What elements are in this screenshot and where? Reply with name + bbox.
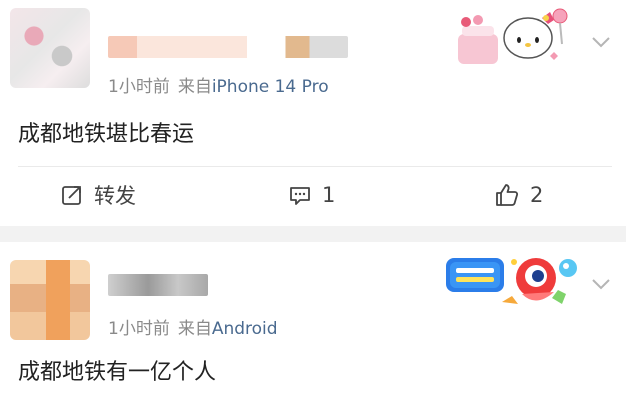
divider [18,166,612,167]
repost-icon [62,186,81,205]
comment-count: 1 [322,183,336,207]
feed-post[interactable]: 1小时前 来自iPhone 14 Pro 成都地铁堪比春运 转发 1 2 [0,0,626,226]
source-prefix: 来自 [177,319,212,339]
post-time: 1小时前 [108,319,170,339]
like-count: 2 [530,183,544,207]
like-button[interactable]: 2 [494,170,543,220]
repost-button[interactable]: 转发 [60,170,136,220]
post-time: 1小时前 [108,77,170,97]
hello-kitty-sticker [458,8,568,64]
post-meta: 1小时前 来自iPhone 14 Pro [108,72,337,97]
post-content[interactable]: 成都地铁堪比春运 [18,116,194,148]
source-prefix: 来自 [177,77,212,97]
repost-label: 转发 [94,184,136,208]
like-icon [496,184,519,206]
feed-post[interactable]: 1小时前 来自Android 成都地铁有一亿个人 [0,242,626,412]
post-source[interactable]: iPhone 14 Pro [212,77,329,97]
comment-icon [290,187,310,205]
post-source[interactable]: Android [212,319,278,339]
post-meta: 1小时前 来自Android [108,314,286,339]
chevron-down-icon[interactable] [590,30,612,52]
post-content[interactable]: 成都地铁有一亿个人 [18,354,216,386]
username-blurred[interactable] [108,274,208,296]
avatar[interactable] [10,260,90,340]
comment-button[interactable]: 1 [288,170,335,220]
username-blurred[interactable] [108,36,348,58]
post-separator [0,226,626,242]
chevron-down-icon[interactable] [590,272,612,294]
avatar[interactable] [10,8,90,88]
event-badge-sticker [446,258,577,304]
action-bar: 转发 1 2 [0,170,626,220]
